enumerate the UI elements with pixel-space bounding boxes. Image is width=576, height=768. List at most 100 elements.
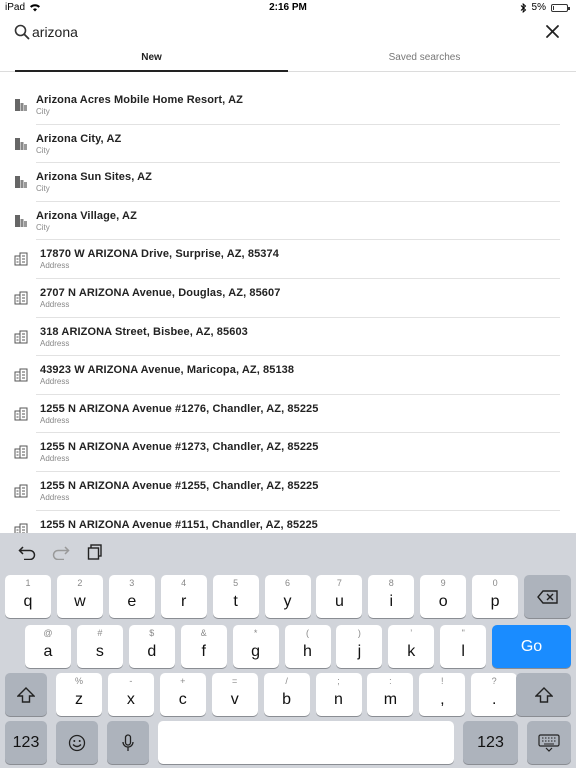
key-hint: 8 — [388, 578, 394, 588]
key-s[interactable]: # s — [76, 625, 123, 668]
key-i[interactable]: 8i — [368, 575, 415, 618]
result-row[interactable]: 43923 W ARIZONA Avenue, Maricopa, AZ, 85… — [0, 356, 576, 395]
keyboard-toolbar — [0, 533, 576, 571]
key-label: f — [201, 643, 206, 660]
result-title: 17870 W ARIZONA Drive, Surprise, AZ, 853… — [40, 248, 279, 261]
key-h[interactable]: (h — [284, 625, 331, 668]
shift-icon — [534, 686, 553, 703]
result-row[interactable]: 1255 N ARIZONA Avenue #1273, Chandler, A… — [0, 433, 576, 472]
key-,[interactable]: !, — [419, 673, 466, 716]
address-icon — [14, 484, 28, 498]
clock: 2:16 PM — [269, 2, 307, 13]
key-o[interactable]: 9o — [420, 575, 467, 618]
result-row[interactable]: 1255 N ARIZONA Avenue #1276, Chandler, A… — [0, 395, 576, 434]
result-title: 1255 N ARIZONA Avenue #1151, Chandler, A… — [40, 518, 318, 531]
key-a[interactable]: @ a — [25, 625, 71, 668]
key-hint: % — [74, 676, 83, 686]
key-label: i — [389, 593, 394, 610]
key-d[interactable]: $ d — [128, 625, 175, 668]
key-hint: ( — [306, 628, 309, 638]
shift-key-right[interactable] — [516, 673, 571, 716]
result-row[interactable]: 1255 N ARIZONA Avenue #1151, Chandler, A… — [0, 511, 576, 533]
key-r[interactable]: 4r — [160, 575, 207, 618]
hide-keyboard-key[interactable] — [527, 721, 571, 764]
key-b[interactable]: / b — [263, 673, 310, 716]
tab-new[interactable]: New — [15, 52, 288, 72]
key-y[interactable]: 6y — [264, 575, 311, 618]
go-button[interactable]: Go — [492, 625, 571, 668]
key-q[interactable]: 1q — [5, 575, 51, 618]
city-icon — [15, 137, 27, 150]
key-g[interactable]: * g — [232, 625, 279, 668]
key-hint: 3 — [129, 578, 135, 588]
result-row[interactable]: 2707 N ARIZONA Avenue, Douglas, AZ, 8560… — [0, 279, 576, 318]
key-c[interactable]: + c — [159, 673, 206, 716]
key-k[interactable]: ’ k — [388, 625, 435, 668]
key-t[interactable]: 5t — [212, 575, 259, 618]
key-w[interactable]: 2w — [56, 575, 103, 618]
key-label: y — [283, 593, 292, 610]
result-row[interactable]: 1255 N ARIZONA Avenue #1255, Chandler, A… — [0, 472, 576, 511]
key-label: q — [23, 593, 33, 610]
key-label: d — [147, 643, 157, 660]
address-icon — [14, 523, 28, 533]
redo-icon[interactable] — [52, 544, 70, 560]
key-label: k — [407, 643, 416, 660]
key-p[interactable]: 0p — [472, 575, 519, 618]
result-row[interactable]: 17870 W ARIZONA Drive, Surprise, AZ, 853… — [0, 240, 576, 279]
search-tabs: New Saved searches — [0, 48, 576, 72]
key-z[interactable]: % z — [56, 673, 102, 716]
key-label: b — [282, 691, 292, 708]
undo-icon[interactable] — [18, 544, 36, 560]
key-hint: $ — [149, 628, 155, 638]
key-hint: 5 — [233, 578, 239, 588]
key-hint: : — [389, 676, 392, 686]
battery-level — [553, 5, 554, 10]
key-.[interactable]: ?. — [471, 673, 518, 716]
city-icon — [15, 99, 27, 111]
key-n[interactable]: ; n — [315, 673, 362, 716]
numbers-key-right[interactable]: 123 — [463, 721, 518, 764]
battery-percent: 5% — [531, 2, 546, 13]
key-hint: 1 — [25, 578, 31, 588]
numbers-key-left[interactable]: 123 — [5, 721, 47, 764]
key-label: v — [230, 691, 239, 708]
delete-key[interactable] — [524, 575, 571, 618]
key-label: , — [440, 691, 445, 708]
key-v[interactable]: = v — [211, 673, 258, 716]
result-title: 318 ARIZONA Street, Bisbee, AZ, 85603 — [40, 325, 248, 338]
space-bar[interactable] — [158, 721, 454, 764]
search-input[interactable] — [32, 21, 512, 43]
paste-icon[interactable] — [87, 544, 105, 560]
result-row[interactable]: Arizona Sun Sites, AZ City — [0, 163, 576, 202]
result-row[interactable]: Arizona Acres Mobile Home Resort, AZ City — [0, 86, 576, 125]
result-type: City — [36, 184, 50, 194]
key-x[interactable]: -x — [107, 673, 154, 716]
result-type: Address — [40, 492, 70, 502]
numbers-label: 123 — [12, 733, 40, 751]
address-icon — [14, 330, 28, 344]
result-row[interactable]: Arizona City, AZ City — [0, 125, 576, 164]
key-label: e — [127, 593, 137, 610]
key-label: n — [334, 691, 343, 708]
search-icon — [14, 24, 30, 40]
tab-saved-searches[interactable]: Saved searches — [288, 52, 561, 63]
close-icon[interactable] — [545, 24, 560, 39]
result-row[interactable]: Arizona Village, AZ City — [0, 202, 576, 241]
key-f[interactable]: & f — [180, 625, 227, 668]
result-type: Address — [40, 261, 70, 271]
key-m[interactable]: :m — [367, 673, 414, 716]
dictation-key[interactable] — [107, 721, 149, 764]
key-hint: 2 — [77, 578, 83, 588]
result-title: Arizona Acres Mobile Home Resort, AZ — [36, 94, 243, 106]
emoji-key[interactable] — [56, 721, 98, 764]
key-hint: & — [200, 628, 207, 638]
key-j[interactable]: ) j — [336, 625, 383, 668]
shift-key-left[interactable] — [5, 673, 47, 716]
key-hint: ? — [491, 676, 497, 686]
numbers-label: 123 — [477, 733, 504, 751]
result-row[interactable]: 318 ARIZONA Street, Bisbee, AZ, 85603 Add… — [0, 318, 576, 357]
key-l[interactable]: " l — [440, 625, 487, 668]
key-u[interactable]: 7u — [316, 575, 363, 618]
key-e[interactable]: 3e — [108, 575, 155, 618]
